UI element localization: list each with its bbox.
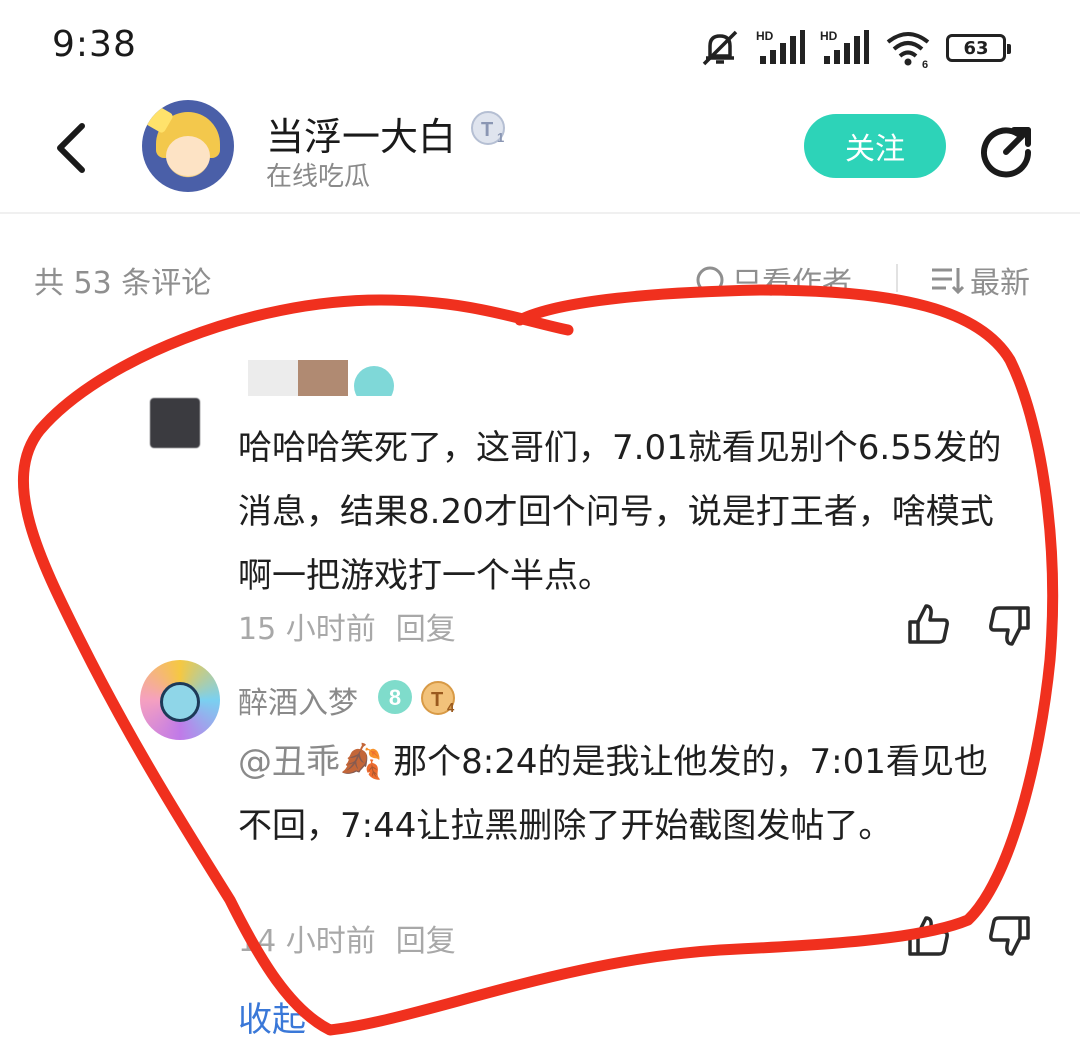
level-badge-icon: T 1 <box>471 111 505 145</box>
svg-text:T: T <box>431 689 443 711</box>
svg-text:8: 8 <box>389 685 401 710</box>
divider <box>896 264 898 292</box>
follow-button[interactable]: 关注 <box>804 114 946 178</box>
sort-icon <box>932 268 964 295</box>
replier-avatar[interactable] <box>140 660 220 740</box>
mute-bell-icon <box>702 30 738 66</box>
sort-toggle[interactable]: 最新 <box>930 258 1030 302</box>
mention-link[interactable]: @丑乖🍂 <box>238 742 382 782</box>
comment-time: 15 小时前 <box>238 612 376 647</box>
level-8-badge-icon: 8 <box>378 680 412 714</box>
replier-name[interactable]: 醉酒入梦 <box>238 678 358 722</box>
share-icon[interactable] <box>978 120 1038 180</box>
status-time: 9:38 <box>52 24 137 65</box>
thumbs-up-icon[interactable] <box>906 602 950 646</box>
status-icons: HD HD 6 63 <box>698 26 1011 70</box>
wifi-icon: 6 <box>886 32 930 70</box>
avatar[interactable] <box>142 100 234 192</box>
only-author-label: 只看作者 <box>732 266 852 301</box>
thumbs-down-icon[interactable] <box>988 914 1032 958</box>
svg-text:4: 4 <box>447 700 455 715</box>
reply-meta: 14 小时前 回复 <box>238 916 456 960</box>
commenter-avatar[interactable] <box>150 398 200 448</box>
svg-text:HD: HD <box>756 29 774 43</box>
thumbs-up-icon[interactable] <box>906 914 950 958</box>
redacted-name <box>248 360 394 396</box>
only-author-toggle[interactable]: 只看作者 <box>694 258 852 302</box>
reply-time: 14 小时前 <box>238 924 376 959</box>
thumbs-down-icon[interactable] <box>988 604 1032 648</box>
comment-count: 共 53 条评论 <box>34 266 212 301</box>
svg-text:1: 1 <box>497 130 504 145</box>
author-name[interactable]: 当浮一大白 <box>266 106 456 161</box>
battery-icon: 63 <box>946 34 1011 62</box>
signal-hd-icon: HD <box>820 29 869 64</box>
svg-text:T: T <box>481 119 493 141</box>
collapse-replies-button[interactable]: 收起 <box>238 992 306 1041</box>
signal-hd-icon: HD <box>756 29 805 64</box>
comment-text: 哈哈哈笑死了，这哥们，7.01就看见别个6.55发的消息，结果8.20才回个问号… <box>238 428 1002 596</box>
svg-text:6: 6 <box>922 59 928 70</box>
svg-text:HD: HD <box>820 29 838 43</box>
header-divider <box>0 212 1080 214</box>
radio-circle-icon <box>696 266 724 294</box>
tier-badge-icon: T 4 <box>421 681 455 715</box>
back-arrow-icon[interactable] <box>52 118 92 178</box>
comment-meta: 15 小时前 回复 <box>238 604 456 648</box>
sort-label: 最新 <box>970 266 1030 301</box>
reply-text-block: @丑乖🍂 那个8:24的是我让他发的，7:01看见也不回，7:44让拉黑删除了开… <box>238 730 1018 858</box>
author-subtitle: 在线吃瓜 <box>266 162 371 192</box>
reply-reply-button[interactable]: 回复 <box>396 916 456 960</box>
reply-button[interactable]: 回复 <box>396 604 456 648</box>
